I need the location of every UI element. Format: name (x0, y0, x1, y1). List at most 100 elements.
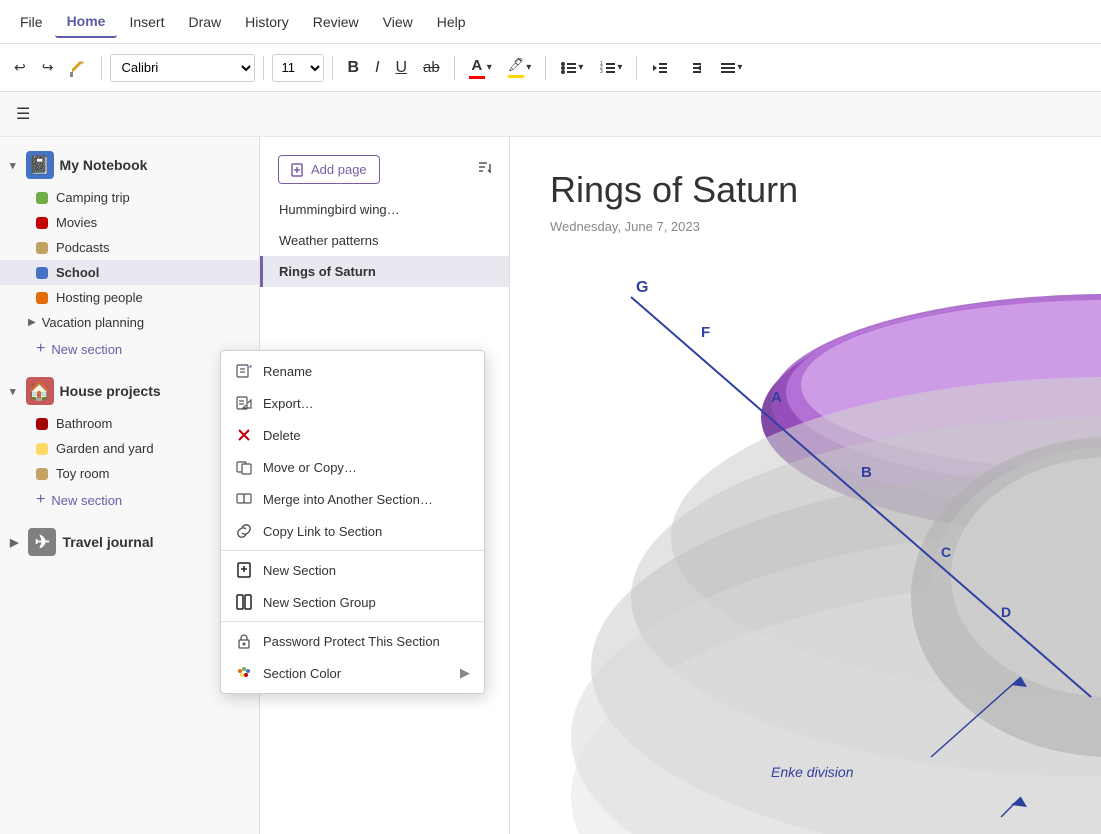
dot-movies (36, 217, 48, 229)
svg-text:B: B (861, 464, 872, 481)
context-menu: Rename Export… Delete Move or Copy… Merg… (220, 350, 485, 694)
section-label-school: School (56, 265, 99, 280)
font-selector[interactable]: Calibri Arial Times New Roman (110, 54, 255, 82)
notebook-title-traveljournal: Travel journal (62, 534, 153, 550)
section-hosting-people[interactable]: Hosting people (0, 285, 259, 310)
ctx-new-section[interactable]: New Section (221, 554, 484, 586)
ctx-merge-label: Merge into Another Section… (263, 492, 433, 507)
new-section-icon (235, 561, 253, 579)
numbered-list-button[interactable]: 123 ▾ (593, 52, 628, 84)
ctx-new-section-group[interactable]: New Section Group (221, 586, 484, 618)
pages-top: Add page (260, 145, 509, 194)
menu-review[interactable]: Review (301, 6, 371, 38)
menu-history[interactable]: History (233, 6, 301, 38)
bold-button[interactable]: B (341, 52, 365, 84)
notebook-mynotebook[interactable]: ▾ 📓 My Notebook (0, 145, 259, 185)
ctx-export[interactable]: Export… (221, 387, 484, 419)
svg-text:A: A (771, 389, 782, 406)
section-camping-trip[interactable]: Camping trip (0, 185, 259, 210)
note-title: Rings of Saturn (550, 169, 1061, 211)
ctx-move-copy[interactable]: Move or Copy… (221, 451, 484, 483)
page-rings-of-saturn[interactable]: Rings of Saturn (260, 256, 509, 287)
svg-text:G: G (636, 279, 648, 296)
notebook-icon-houseprojects: 🏠 (26, 377, 54, 405)
menu-help[interactable]: Help (425, 6, 478, 38)
dot-school (36, 267, 48, 279)
ctx-merge[interactable]: Merge into Another Section… (221, 483, 484, 515)
svg-text:F: F (701, 324, 710, 341)
dot-garden (36, 443, 48, 455)
menu-file[interactable]: File (8, 6, 55, 38)
merge-icon (235, 490, 253, 508)
undo-button[interactable]: ↩ (8, 52, 32, 84)
dot-hosting (36, 292, 48, 304)
separator-2 (263, 56, 264, 80)
new-section-label-houseprojects: New section (51, 493, 122, 508)
ctx-copy-link-label: Copy Link to Section (263, 524, 382, 539)
increase-indent-button[interactable] (679, 52, 709, 84)
chevron-mynotebook: ▾ (10, 159, 16, 172)
ctx-section-color[interactable]: Section Color ▶ (221, 657, 484, 689)
submenu-arrow-icon: ▶ (460, 665, 470, 681)
decrease-indent-button[interactable] (645, 52, 675, 84)
ctx-rename[interactable]: Rename (221, 355, 484, 387)
section-label-toyroom: Toy room (56, 466, 109, 481)
section-label-movies: Movies (56, 215, 97, 230)
new-section-label-mynotebook: New section (51, 342, 122, 357)
dot-podcasts (36, 242, 48, 254)
section-label-podcasts: Podcasts (56, 240, 109, 255)
ctx-new-section-group-label: New Section Group (263, 595, 376, 610)
section-label-garden: Garden and yard (56, 441, 154, 456)
hamburger-button[interactable]: ☰ (10, 98, 36, 130)
ctx-separator-1 (221, 550, 484, 551)
saturn-illustration: G F A B C D Enke division (571, 217, 1101, 834)
menu-view[interactable]: View (371, 6, 425, 38)
main-area: ▾ 📓 My Notebook Camping trip Movies Podc… (0, 137, 1101, 834)
export-icon (235, 394, 253, 412)
bullet-list-button[interactable]: ▾ (554, 52, 589, 84)
svg-text:Enke division: Enke division (771, 764, 854, 780)
link-icon (235, 522, 253, 540)
page-weather[interactable]: Weather patterns (260, 225, 509, 256)
separator-6 (636, 56, 637, 80)
italic-button[interactable]: I (369, 52, 385, 84)
separator-1 (101, 56, 102, 80)
redo-button[interactable]: ↪ (36, 52, 60, 84)
note-content: Rings of Saturn Wednesday, June 7, 2023 (510, 137, 1101, 834)
font-color-button[interactable]: A ▾ (463, 52, 498, 84)
strikethrough-button[interactable]: ab (417, 52, 446, 84)
ctx-separator-2 (221, 621, 484, 622)
notebook-icon-mynotebook: 📓 (26, 151, 54, 179)
ctx-new-section-label: New Section (263, 563, 336, 578)
svg-text:3: 3 (600, 69, 603, 75)
underline-button[interactable]: U (389, 52, 413, 84)
hamburger-row: ☰ (0, 92, 1101, 137)
menu-home[interactable]: Home (55, 6, 118, 38)
menu-insert[interactable]: Insert (117, 6, 176, 38)
ctx-section-color-label: Section Color (263, 666, 341, 681)
menu-draw[interactable]: Draw (176, 6, 233, 38)
section-vacation-planning[interactable]: ▶ Vacation planning (0, 310, 259, 335)
add-page-button[interactable]: Add page (278, 155, 380, 184)
section-label-bathroom: Bathroom (56, 416, 112, 431)
ctx-password[interactable]: Password Protect This Section (221, 625, 484, 657)
ctx-delete[interactable]: Delete (221, 419, 484, 451)
rename-icon (235, 362, 253, 380)
ctx-move-label: Move or Copy… (263, 460, 357, 475)
highlight-button[interactable]: 🖊 ▾ (502, 52, 538, 84)
align-button[interactable]: ▾ (713, 52, 748, 84)
dot-toyroom (36, 468, 48, 480)
arrow-vacation: ▶ (28, 317, 36, 328)
plus-icon-mynotebook: + (36, 340, 45, 358)
page-hummingbird[interactable]: Hummingbird wing… (260, 194, 509, 225)
sort-button[interactable] (469, 155, 501, 184)
font-size-selector[interactable]: 11 12 14 16 (272, 54, 324, 82)
separator-3 (332, 56, 333, 80)
add-page-icon (291, 163, 305, 177)
section-school[interactable]: School (0, 260, 259, 285)
format-painter-button[interactable] (63, 52, 93, 84)
section-podcasts[interactable]: Podcasts (0, 235, 259, 260)
section-movies[interactable]: Movies (0, 210, 259, 235)
ctx-copy-link[interactable]: Copy Link to Section (221, 515, 484, 547)
ctx-export-label: Export… (263, 396, 314, 411)
